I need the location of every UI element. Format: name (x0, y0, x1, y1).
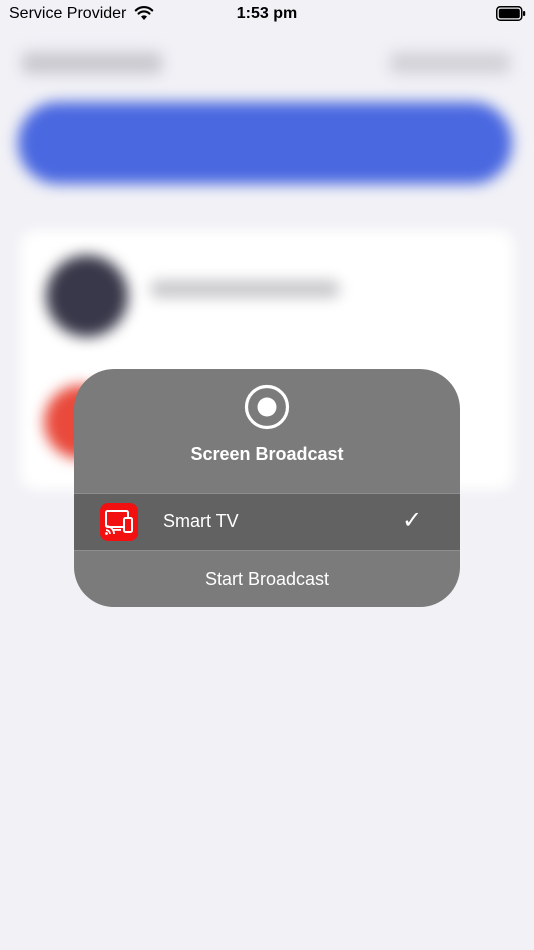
background-avatar (46, 255, 128, 337)
broadcast-option-smart-tv[interactable]: Smart TV ✓ (74, 493, 460, 551)
background-action-placeholder (390, 52, 510, 74)
screen-broadcast-sheet: Screen Broadcast Smart TV ✓ Start Broadc… (74, 369, 460, 607)
record-icon (244, 384, 290, 430)
cast-to-tv-icon (100, 503, 138, 541)
checkmark-icon: ✓ (402, 507, 423, 534)
background-title-placeholder (22, 52, 162, 74)
sheet-title: Screen Broadcast (190, 444, 344, 464)
option-label: Smart TV (163, 511, 239, 531)
start-broadcast-button[interactable]: Start Broadcast (74, 551, 460, 607)
background-banner (18, 102, 512, 184)
clock: 1:53 pm (236, 5, 298, 22)
battery-icon (496, 6, 526, 21)
background-text-placeholder (150, 280, 340, 298)
status-bar: Service Provider 1:53 pm (0, 0, 534, 28)
